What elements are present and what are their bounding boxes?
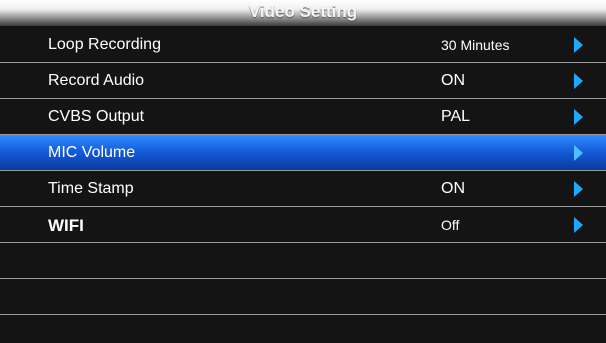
chevron-right-icon[interactable] <box>574 37 583 53</box>
menu-item-value: Off <box>441 217 460 233</box>
chevron-right-icon[interactable] <box>574 109 583 125</box>
menu-item-label: Loop Recording <box>48 36 161 53</box>
empty-row <box>0 243 606 279</box>
menu-item-label: MIC Volume <box>48 144 136 161</box>
menu-item-value: 30 Minutes <box>441 37 510 53</box>
menu-item-value: ON <box>441 180 465 197</box>
chevron-right-icon[interactable] <box>574 145 583 161</box>
menu-item-mic-volume[interactable]: MIC Volume <box>0 135 606 171</box>
menu-item-record-audio[interactable]: Record Audio ON <box>0 63 606 99</box>
chevron-right-icon[interactable] <box>574 73 583 89</box>
menu-item-value: PAL <box>441 108 471 125</box>
settings-menu: Loop Recording 30 Minutes Record Audio O… <box>0 27 606 315</box>
menu-item-value: ON <box>441 72 465 89</box>
menu-item-label: CVBS Output <box>48 108 145 125</box>
page-title: Video Setting <box>248 2 358 21</box>
chevron-right-icon[interactable] <box>574 181 583 197</box>
menu-item-cvbs-output[interactable]: CVBS Output PAL <box>0 99 606 135</box>
video-setting-screen: Video Setting Loop Recording 30 Minutes … <box>0 0 606 343</box>
menu-item-label: Record Audio <box>48 72 145 89</box>
menu-item-loop-recording[interactable]: Loop Recording 30 Minutes <box>0 27 606 63</box>
menu-item-label: Time Stamp <box>48 180 134 197</box>
menu-item-label: WIFI <box>48 216 84 235</box>
menu-item-time-stamp[interactable]: Time Stamp ON <box>0 171 606 207</box>
menu-item-wifi[interactable]: WIFI Off <box>0 207 606 243</box>
chevron-right-icon[interactable] <box>574 217 583 233</box>
empty-row <box>0 279 606 315</box>
